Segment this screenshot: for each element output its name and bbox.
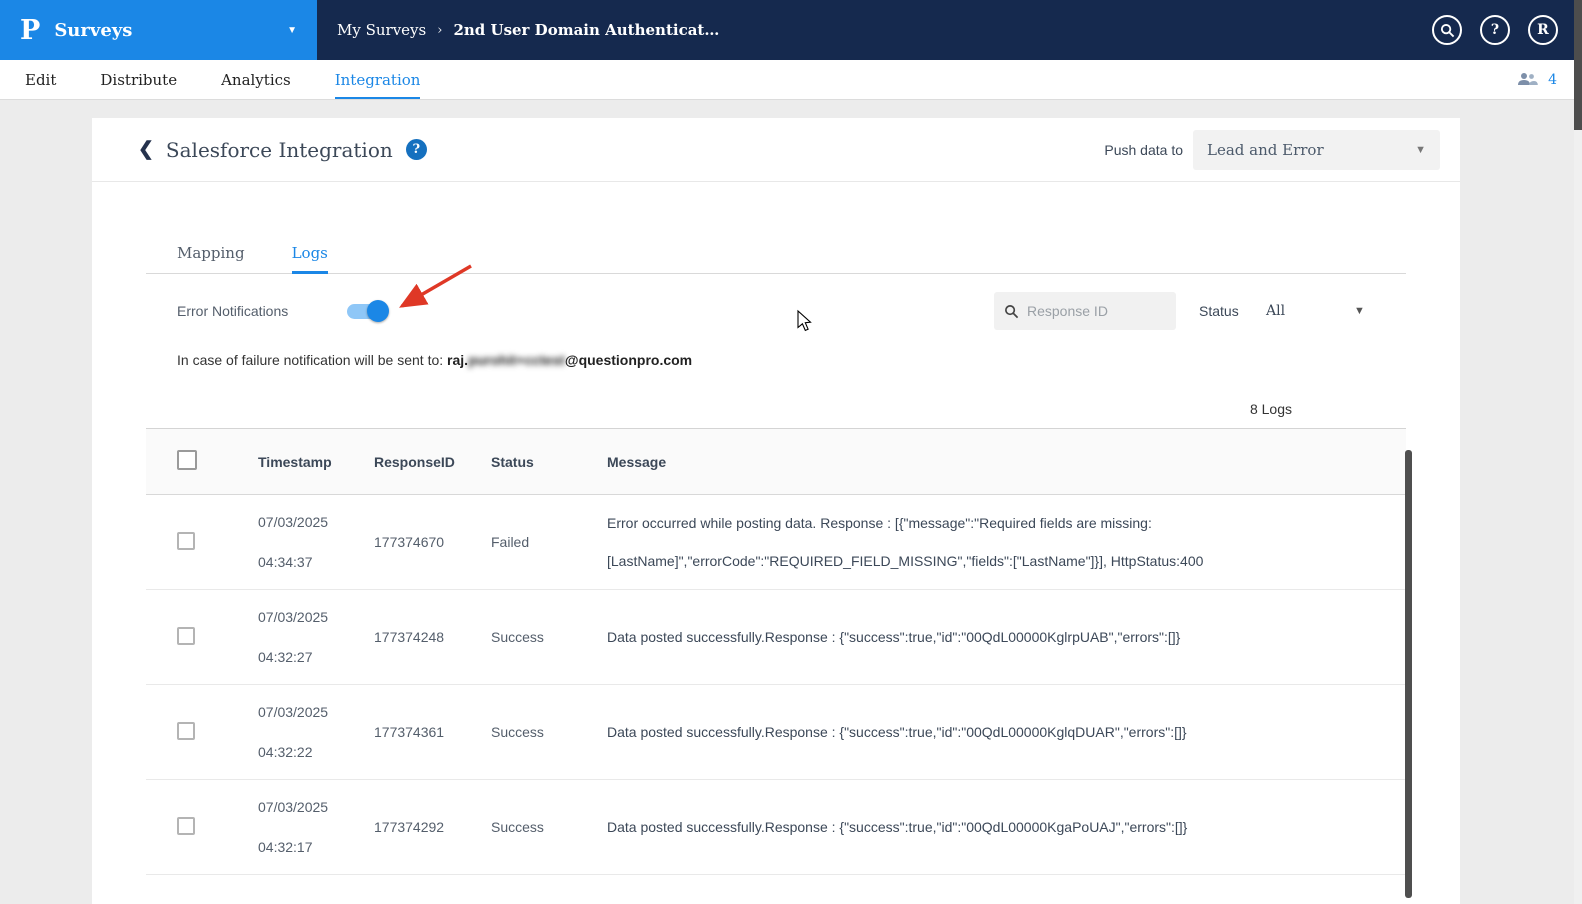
timestamp-cell: 07/03/2025 04:32:22 bbox=[227, 692, 343, 772]
table-scrollbar[interactable] bbox=[1405, 450, 1412, 898]
table-body: 07/03/2025 04:34:37 177374670 Failed Err… bbox=[146, 495, 1406, 875]
tab-edit[interactable]: Edit bbox=[25, 60, 56, 99]
search-button[interactable] bbox=[1432, 15, 1462, 45]
timestamp-cell: 07/03/2025 04:34:37 bbox=[227, 502, 343, 582]
surveys-product-menu[interactable]: P Surveys ▼ bbox=[0, 0, 317, 60]
page-scrollbar[interactable] bbox=[1574, 0, 1582, 904]
toggle-knob-icon bbox=[367, 300, 389, 322]
status-cell: Success bbox=[460, 819, 576, 835]
row-checkbox[interactable] bbox=[177, 817, 195, 835]
header-timestamp: Timestamp bbox=[227, 454, 343, 470]
table-row: 07/03/2025 04:32:17 177374292 Success Da… bbox=[146, 780, 1406, 875]
push-data-group: Push data to Lead and Error ▼ bbox=[1104, 130, 1440, 170]
question-mark-icon: ? bbox=[1491, 22, 1499, 38]
table-row: 07/03/2025 04:32:27 177374248 Success Da… bbox=[146, 590, 1406, 685]
collaborators-count: 4 bbox=[1548, 72, 1557, 88]
main-content: ❮ Salesforce Integration ? Push data to … bbox=[0, 100, 1582, 904]
message-cell: Error occurred while posting data. Respo… bbox=[576, 504, 1406, 580]
chevron-down-icon: ▼ bbox=[1415, 144, 1426, 156]
row-checkbox[interactable] bbox=[177, 532, 195, 550]
timestamp-cell: 07/03/2025 04:32:17 bbox=[227, 787, 343, 867]
avatar[interactable]: R bbox=[1528, 15, 1558, 45]
response-id-cell: 177374670 bbox=[343, 534, 460, 550]
message-cell: Data posted successfully.Response : {"su… bbox=[576, 618, 1406, 656]
status-cell: Failed bbox=[460, 534, 576, 550]
logs-count: 8 Logs bbox=[146, 401, 1406, 417]
topbar: P Surveys ▼ My Surveys › 2nd User Domain… bbox=[0, 0, 1582, 60]
notice-email-redacted: purohit+cctest bbox=[468, 352, 565, 368]
search-icon bbox=[1004, 304, 1019, 319]
tab-analytics[interactable]: Analytics bbox=[221, 60, 291, 99]
back-button[interactable]: ❮ bbox=[138, 138, 154, 161]
row-checkbox[interactable] bbox=[177, 722, 195, 740]
integration-card: ❮ Salesforce Integration ? Push data to … bbox=[92, 118, 1460, 904]
response-id-cell: 177374361 bbox=[343, 724, 460, 740]
response-id-search bbox=[994, 292, 1176, 330]
error-notifications-toggle[interactable] bbox=[347, 304, 385, 319]
status-filter-label: Status bbox=[1199, 291, 1239, 331]
status-cell: Success bbox=[460, 629, 576, 645]
questionpro-logo-icon: P bbox=[20, 15, 40, 46]
push-data-select[interactable]: Lead and Error ▼ bbox=[1193, 130, 1440, 170]
row-checkbox[interactable] bbox=[177, 627, 195, 645]
page-title: Salesforce Integration bbox=[166, 138, 393, 162]
logs-controls: Error Notifications Status All ▼ bbox=[146, 291, 1406, 331]
failure-notice: In case of failure notification will be … bbox=[146, 352, 1406, 368]
timestamp-cell: 07/03/2025 04:32:27 bbox=[227, 597, 343, 677]
topbar-actions: ? R bbox=[1432, 15, 1558, 45]
search-input[interactable] bbox=[1027, 303, 1157, 319]
notice-text: In case of failure notification will be … bbox=[177, 352, 447, 368]
header-message: Message bbox=[576, 454, 1406, 470]
tab-logs[interactable]: Logs bbox=[292, 244, 328, 274]
people-icon bbox=[1516, 72, 1538, 87]
breadcrumb-separator-icon: › bbox=[437, 23, 442, 38]
tab-distribute[interactable]: Distribute bbox=[100, 60, 177, 99]
card-body: Mapping Logs Error Notifications Status … bbox=[92, 244, 1460, 875]
collaborators[interactable]: 4 bbox=[1516, 60, 1557, 99]
chevron-down-icon: ▼ bbox=[287, 25, 297, 36]
card-header: ❮ Salesforce Integration ? Push data to … bbox=[92, 118, 1460, 182]
search-icon bbox=[1440, 23, 1455, 38]
notice-email-domain: @questionpro.com bbox=[565, 352, 692, 368]
select-all-checkbox[interactable] bbox=[177, 450, 197, 470]
header-response-id: ResponseID bbox=[343, 454, 460, 470]
response-id-cell: 177374292 bbox=[343, 819, 460, 835]
push-data-label: Push data to bbox=[1104, 142, 1183, 158]
message-cell: Data posted successfully.Response : {"su… bbox=[576, 713, 1406, 751]
tab-integration[interactable]: Integration bbox=[335, 60, 421, 99]
error-notifications-label: Error Notifications bbox=[177, 291, 288, 331]
product-name: Surveys bbox=[54, 20, 132, 41]
page-scrollbar-thumb[interactable] bbox=[1574, 0, 1582, 130]
integration-tabs: Mapping Logs bbox=[146, 244, 1406, 274]
response-id-cell: 177374248 bbox=[343, 629, 460, 645]
header-status: Status bbox=[460, 454, 576, 470]
table-row: 07/03/2025 04:32:22 177374361 Success Da… bbox=[146, 685, 1406, 780]
breadcrumb-survey-name: 2nd User Domain Authenticat… bbox=[453, 21, 719, 39]
status-cell: Success bbox=[460, 724, 576, 740]
table-header-row: Timestamp ResponseID Status Message bbox=[146, 429, 1406, 495]
message-cell: Data posted successfully.Response : {"su… bbox=[576, 808, 1406, 846]
table-row: 07/03/2025 04:34:37 177374670 Failed Err… bbox=[146, 495, 1406, 590]
help-button[interactable]: ? bbox=[1480, 15, 1510, 45]
notice-email-start: raj. bbox=[447, 352, 468, 368]
push-data-value: Lead and Error bbox=[1207, 141, 1324, 159]
logs-table: Timestamp ResponseID Status Message 07/0… bbox=[146, 428, 1406, 875]
tab-mapping[interactable]: Mapping bbox=[177, 244, 245, 274]
breadcrumb: My Surveys › 2nd User Domain Authenticat… bbox=[337, 21, 719, 39]
avatar-initial: R bbox=[1537, 22, 1549, 38]
chevron-down-icon[interactable]: ▼ bbox=[1354, 291, 1365, 331]
status-filter-select[interactable]: All bbox=[1266, 291, 1285, 331]
breadcrumb-my-surveys[interactable]: My Surveys bbox=[337, 21, 426, 39]
integration-help-icon[interactable]: ? bbox=[406, 139, 427, 160]
survey-nav: Edit Distribute Analytics Integration 4 bbox=[0, 60, 1582, 100]
